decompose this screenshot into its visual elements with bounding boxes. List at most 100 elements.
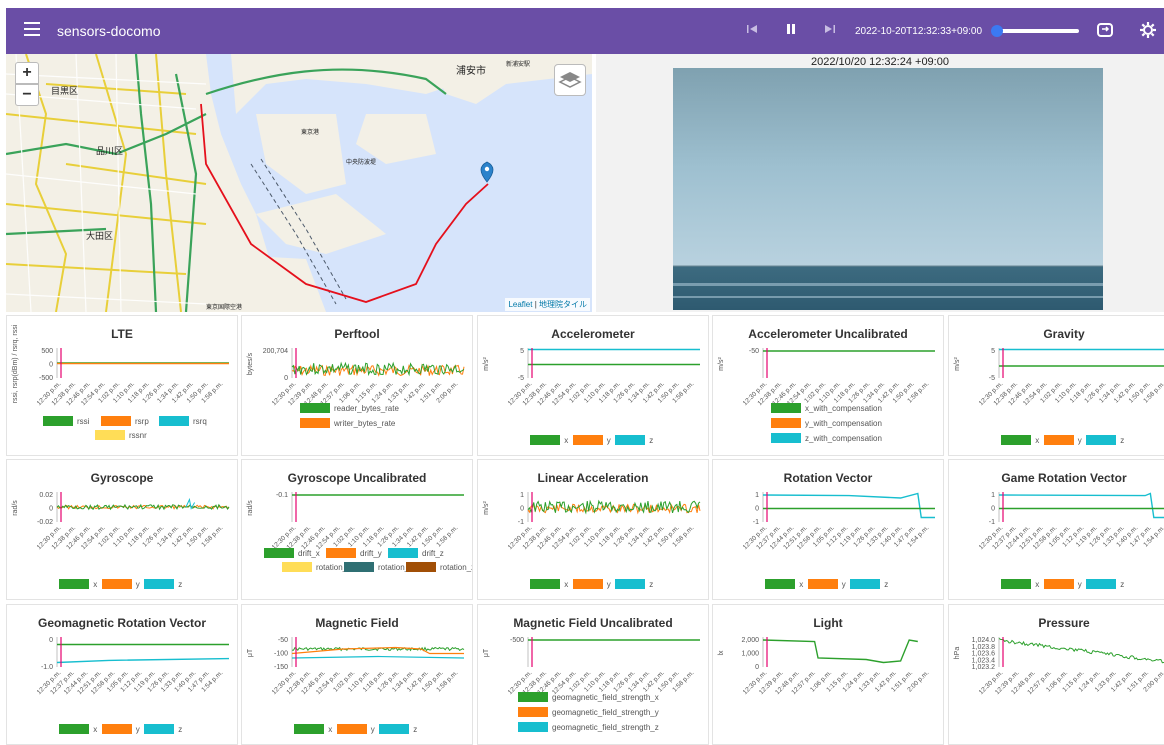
legend-item[interactable]: rotation_z [406, 562, 472, 572]
legend-item[interactable]: reader_bytes_rate [300, 403, 399, 413]
pause-icon[interactable] [785, 22, 797, 36]
legend-label: y [606, 579, 611, 589]
legend-label: z [1120, 579, 1125, 589]
map-label-shinagawa: 品川区 [96, 146, 123, 156]
legend-label: z [649, 435, 654, 445]
legend-item[interactable]: z [144, 724, 182, 734]
legend-item[interactable]: rssnr [95, 430, 147, 440]
legend-item[interactable]: geomagnetic_field_strength_x [518, 692, 659, 702]
legend-item[interactable]: x [530, 435, 568, 445]
legend-item[interactable]: rotation_x [282, 562, 351, 572]
series-line [527, 499, 701, 515]
legend-swatch [807, 579, 838, 589]
legend-label: writer_bytes_rate [334, 418, 396, 428]
map-label-ota: 大田区 [86, 230, 113, 241]
y-tick-label: -0.1 [276, 492, 288, 499]
legend-item[interactable]: y [1043, 579, 1082, 589]
hamburger-menu-icon[interactable] [24, 22, 40, 36]
legend-item[interactable]: geomagnetic_field_strength_y [518, 707, 659, 717]
legend-item[interactable]: z [1086, 435, 1124, 445]
legend-item[interactable]: x [294, 724, 332, 734]
leaflet-link[interactable]: Leaflet [508, 300, 532, 309]
legend-label: z [413, 724, 418, 734]
legend-swatch [572, 579, 603, 589]
app-title: sensors-docomo [57, 23, 161, 39]
legend-item[interactable]: rssi [43, 416, 89, 426]
legend-item[interactable]: rotation_y [344, 562, 413, 572]
sync-icon[interactable] [1096, 21, 1114, 39]
zoom-out-button[interactable]: − [15, 84, 39, 106]
y-tick-label: 200,704 [263, 348, 288, 355]
legend-swatch [572, 435, 603, 445]
legend-label: x [564, 579, 569, 589]
skip-previous-icon[interactable] [746, 22, 758, 36]
legend-swatch [530, 579, 561, 589]
tile-source-link[interactable]: 地理院タイル [539, 300, 587, 309]
legend-item[interactable]: z [1086, 579, 1124, 589]
legend-item[interactable]: y [572, 579, 611, 589]
legend-item[interactable]: z [615, 435, 653, 445]
legend-swatch [144, 724, 175, 734]
legend-item[interactable]: writer_bytes_rate [300, 418, 395, 428]
legend-item[interactable]: x [530, 579, 568, 589]
legend-item[interactable]: y_with_compensation [771, 418, 882, 428]
legend-item[interactable]: x [765, 579, 803, 589]
y-tick-label: 0 [520, 506, 524, 513]
y-tick-label: -5 [518, 375, 524, 382]
legend-swatch [1001, 579, 1032, 589]
legend-item[interactable]: x [59, 724, 97, 734]
legend-swatch [144, 579, 175, 589]
legend-item[interactable]: y [807, 579, 846, 589]
legend-item[interactable]: x [59, 579, 97, 589]
legend-item[interactable]: y [1043, 435, 1082, 445]
legend-label: x [1035, 579, 1040, 589]
legend-item[interactable]: y [336, 724, 375, 734]
legend-item[interactable]: y [101, 579, 140, 589]
legend-item[interactable]: y [572, 435, 611, 445]
y-tick-label: -50 [749, 348, 759, 355]
legend-label: x_with_compensation [805, 403, 882, 413]
legend-label: z [649, 579, 654, 589]
legend-label: rssi [77, 416, 90, 426]
skip-next-icon[interactable] [824, 22, 836, 36]
layers-button[interactable] [554, 64, 586, 96]
legend-item[interactable]: x [1001, 435, 1039, 445]
chart-card-geomagnetic-rotation-vector: Geomagnetic Rotation Vector 0 -1.0 12:30 p.… [6, 604, 238, 745]
legend-item[interactable]: drift_z [388, 548, 444, 558]
legend-item[interactable]: z [379, 724, 417, 734]
zoom-in-button[interactable]: + [15, 62, 39, 84]
y-axis-label: rssi, rsrp(dBm) / rsrq, rssi [12, 324, 19, 403]
legend-item[interactable]: x [1001, 579, 1039, 589]
legend-swatch [518, 707, 548, 717]
legend-item[interactable]: z [615, 579, 653, 589]
map-marker-icon[interactable] [480, 161, 494, 183]
legend-swatch [159, 416, 189, 426]
legend-label: x [328, 724, 333, 734]
legend-item[interactable]: y [101, 724, 140, 734]
legend-swatch [530, 435, 561, 445]
legend-item[interactable]: rsrp [101, 416, 149, 426]
legend-label: rssnr [129, 430, 147, 440]
legend-item[interactable]: x_with_compensation [771, 403, 882, 413]
legend-swatch [95, 430, 125, 440]
series-line [291, 655, 465, 659]
map-panel[interactable]: 目黒区 品川区 大田区 東京国際空港 浦安市 新浦安駅 東京港 中央防波堤 + … [6, 54, 592, 312]
y-axis-label: μT [483, 648, 490, 657]
legend-swatch [1043, 579, 1074, 589]
legend-item[interactable]: drift_y [326, 548, 382, 558]
playback-slider[interactable] [991, 25, 1079, 37]
legend-item[interactable]: z [850, 579, 888, 589]
legend-item[interactable]: z [144, 579, 182, 589]
legend-item[interactable]: geomagnetic_field_strength_z [518, 722, 659, 732]
y-axis-label: rad/s [12, 500, 19, 516]
map-label-breakwater: 中央防波堤 [346, 158, 376, 166]
legend-item[interactable]: z_with_compensation [771, 433, 882, 443]
playback-slider-handle[interactable] [991, 25, 1004, 37]
chart-card-pressure: Pressure hPa 1,024.0 1,023.8 1,023.6 1,023.4 1… [948, 604, 1164, 745]
settings-gear-icon[interactable] [1139, 21, 1157, 39]
chart-card-accelerometer-uncalibrated: Accelerometer Uncalibrated m/s² -50 12:30 p… [712, 315, 944, 456]
legend-item[interactable]: rsrq [159, 416, 207, 426]
legend-item[interactable]: drift_x [264, 548, 320, 558]
legend-swatch [300, 403, 330, 413]
y-tick-label: 1,000 [741, 651, 759, 658]
